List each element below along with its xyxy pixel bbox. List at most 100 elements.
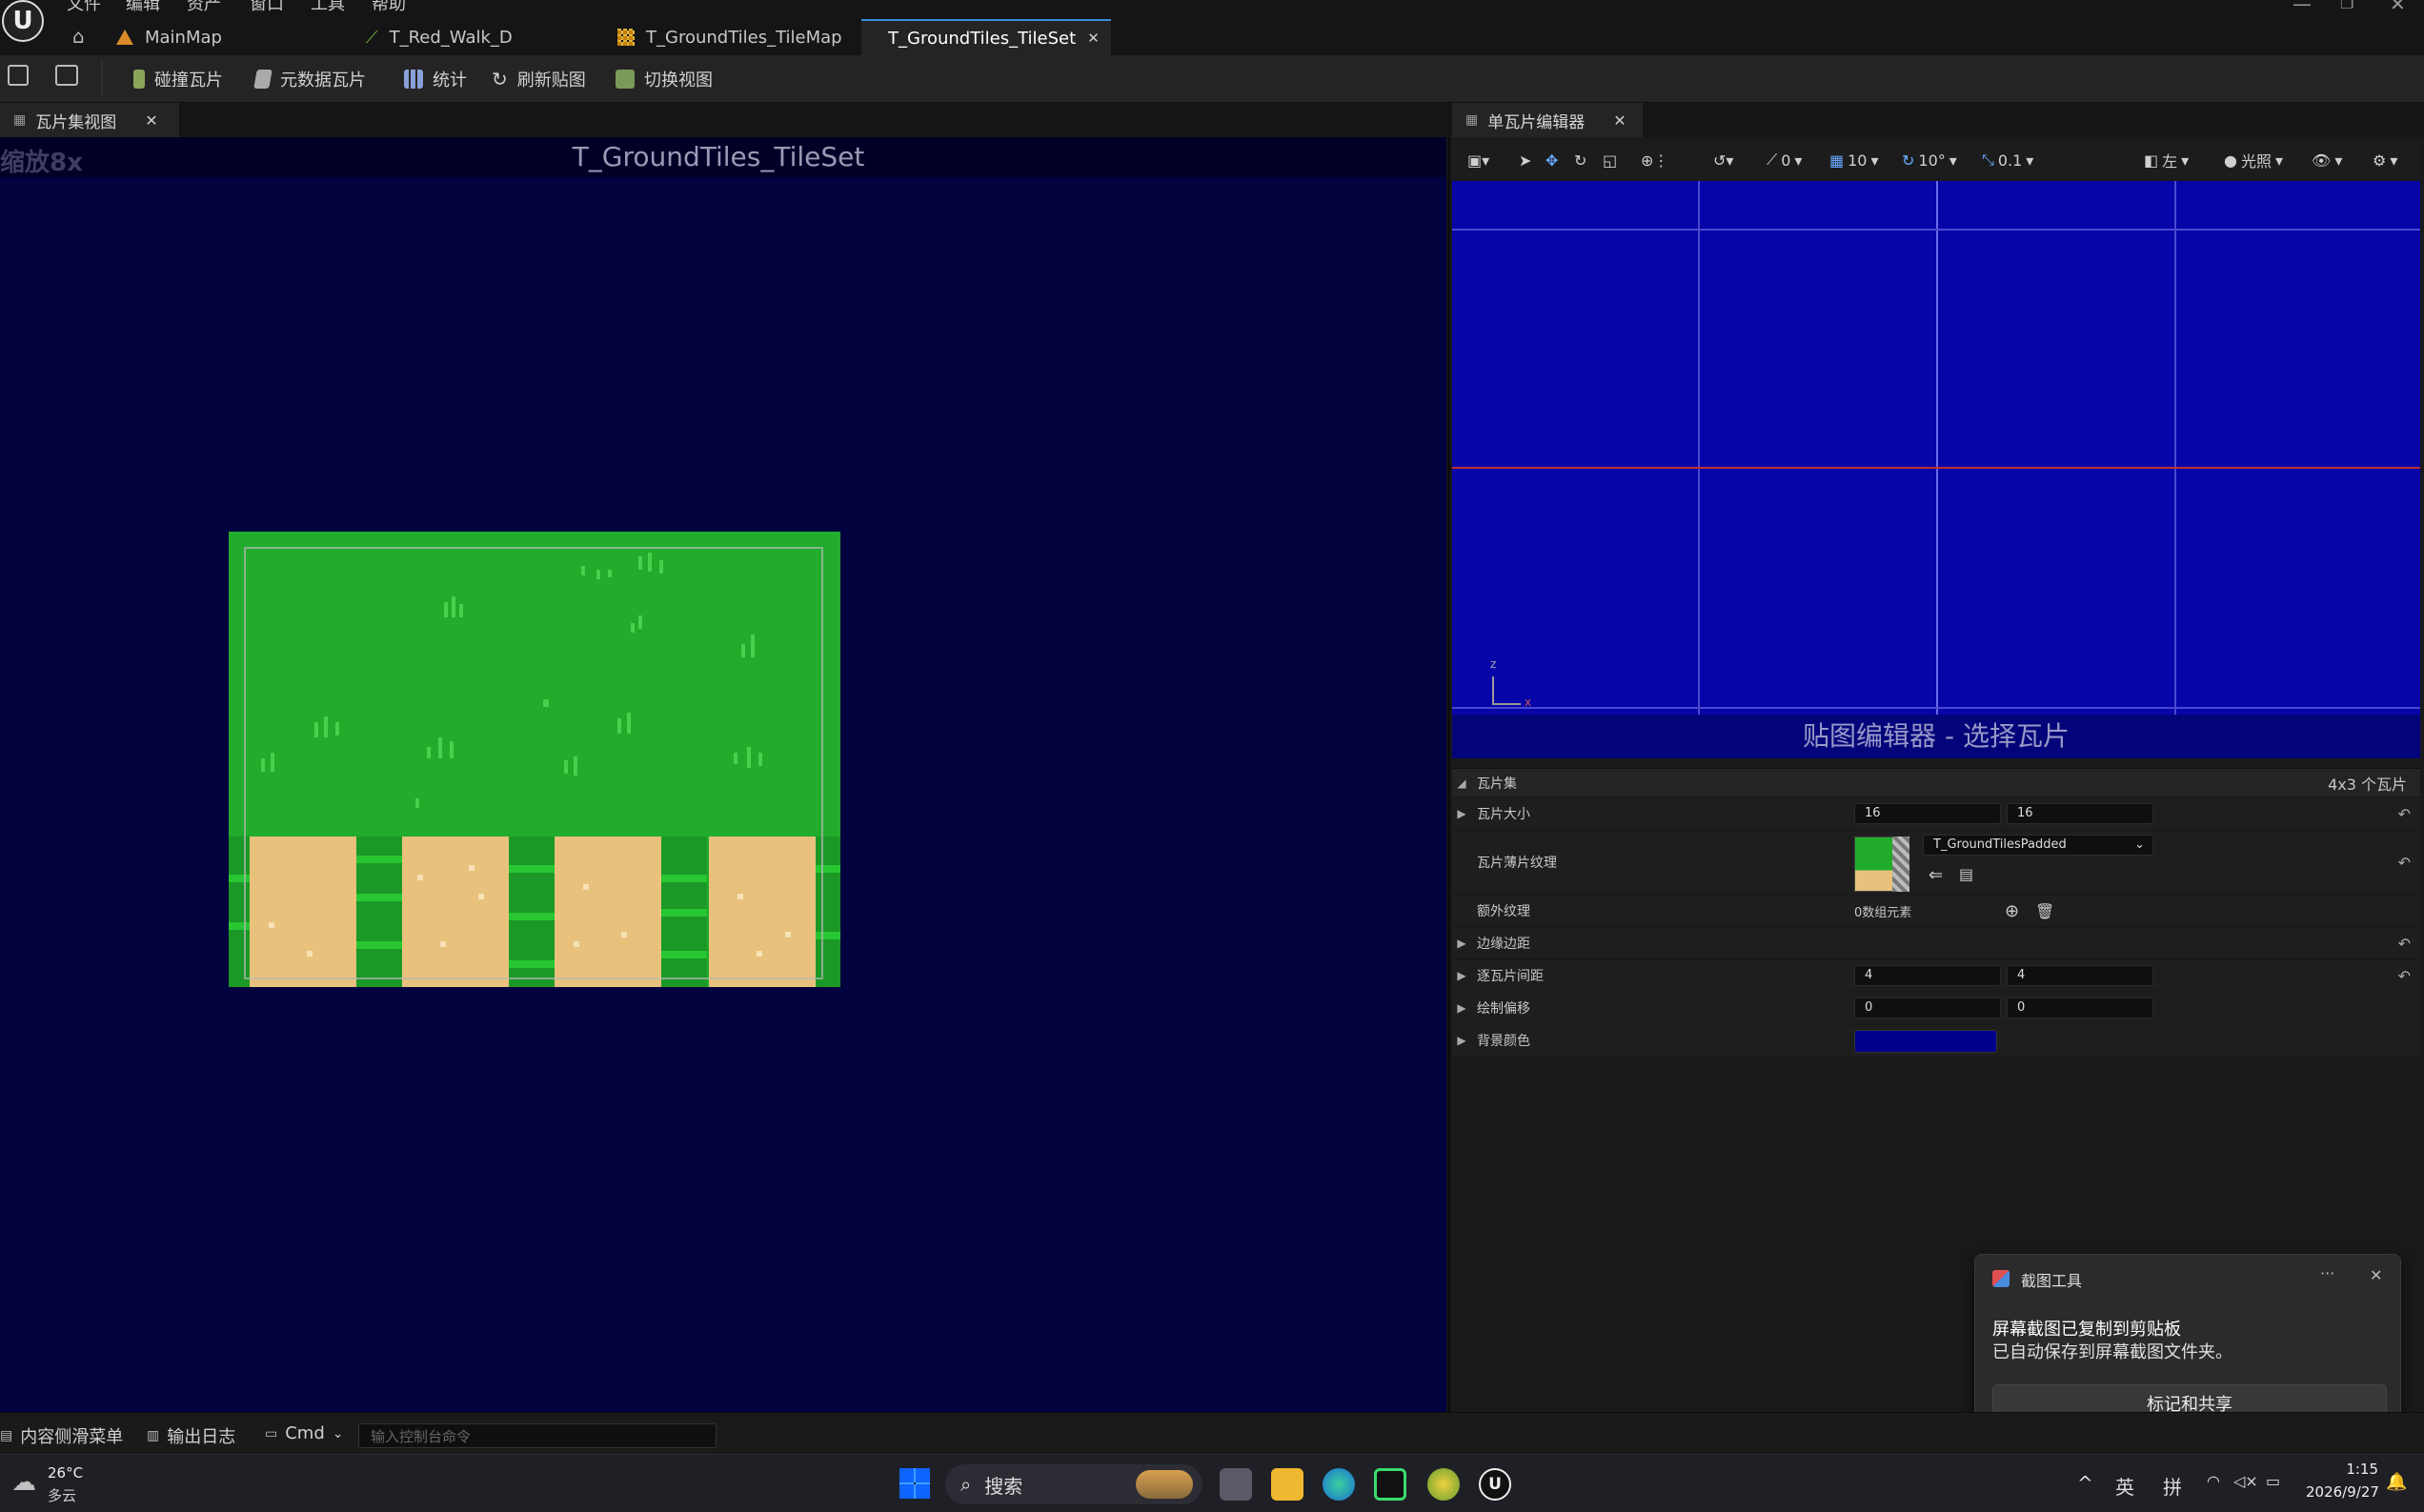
menu-window[interactable]: 窗口 xyxy=(250,0,284,15)
add-element-icon[interactable]: ⊕ xyxy=(2005,901,2019,921)
tileset-texture[interactable] xyxy=(229,532,840,987)
tab-tileset-view[interactable]: ▦ 瓦片集视图 ✕ xyxy=(0,103,179,137)
details-section-tileset[interactable]: ◢ 瓦片集 4x3 个瓦片 xyxy=(1452,768,2420,796)
edge-browser-icon[interactable] xyxy=(1323,1468,1355,1501)
row-tile-size[interactable]: ▶ 瓦片大小 16 16 ↶ xyxy=(1452,798,2420,829)
close-icon[interactable]: ✕ xyxy=(1613,111,1626,130)
stats-button[interactable]: 统计 xyxy=(404,65,467,93)
notification-bell-icon[interactable]: 🔔 xyxy=(2386,1472,2407,1492)
row-per-tile-spacing[interactable]: ▶ 逐瓦片间距 4 4 ↶ xyxy=(1452,960,2420,991)
axis-x-label: x xyxy=(1525,696,1532,709)
tab-single-tile-editor[interactable]: ▦ 单瓦片编辑器 ✕ xyxy=(1452,103,1643,137)
surface-snap-icon[interactable]: ↺▾ xyxy=(1713,148,1733,172)
scale-snap-dropdown[interactable]: ⤡ 0.1 ▾ xyxy=(1982,148,2033,172)
tile-width-field[interactable]: 16 xyxy=(1854,803,2001,824)
menu-help[interactable]: 帮助 xyxy=(372,0,406,15)
use-selected-icon[interactable]: ⇐ xyxy=(1929,865,1943,885)
offset-x-field[interactable]: 0 xyxy=(1854,998,2001,1018)
select-arrow-icon[interactable]: ➤ xyxy=(1519,148,1531,172)
scale-snap-icon: ⤡ xyxy=(1982,151,1994,169)
menu-tools[interactable]: 工具 xyxy=(311,0,345,15)
move-icon[interactable]: ✥ xyxy=(1545,148,1558,172)
collision-icon xyxy=(133,70,145,89)
row-background-color[interactable]: ▶ 背景颜色 xyxy=(1452,1025,2420,1056)
browse-asset-icon[interactable]: ▤ xyxy=(1959,865,1973,883)
row-tile-sheet-texture[interactable]: 瓦片薄片纹理 T_GroundTilesPadded ⌄ ⇐ ▤ ↶ xyxy=(1452,831,2420,894)
collision-tiles-button[interactable]: 碰撞瓦片 xyxy=(133,65,223,93)
view-mode-dropdown[interactable]: ◧ 左 ▾ xyxy=(2144,148,2189,172)
tab-tileset[interactable]: T_GroundTiles_TileSet ✕ xyxy=(861,19,1111,55)
menu-file[interactable]: 文件 xyxy=(67,0,101,15)
clock-date[interactable]: 2026/9/27 xyxy=(2306,1483,2379,1501)
grid-snap-dropdown[interactable]: ▦ 10 ▾ xyxy=(1829,148,1879,172)
console-command-input[interactable]: 输入控制台命令 xyxy=(358,1423,717,1448)
battery-icon[interactable]: ▭ xyxy=(2266,1472,2280,1490)
show-dropdown[interactable]: 👁 ▾ xyxy=(2312,148,2342,172)
output-log-button[interactable]: ▥ 输出日志 xyxy=(147,1423,235,1448)
wifi-icon[interactable]: ◠ xyxy=(2207,1472,2220,1490)
toggle-view-button[interactable]: 切换视图 xyxy=(616,65,713,93)
delete-icon[interactable]: 🗑 xyxy=(2035,902,2054,920)
reset-icon[interactable]: ↶ xyxy=(2398,935,2411,953)
minimize-icon[interactable]: — xyxy=(2293,0,2312,15)
maximize-icon[interactable]: ❐ xyxy=(2340,0,2353,12)
viewport-settings-dropdown[interactable]: ⚙ ▾ xyxy=(2373,148,2397,172)
windows-start-icon[interactable] xyxy=(899,1468,930,1499)
tab-tilemap[interactable]: T_GroundTiles_TileMap xyxy=(602,19,858,55)
world-icon[interactable]: ⊕⋮ xyxy=(1641,148,1668,172)
tab-mainmap[interactable]: MainMap xyxy=(101,19,237,55)
background-color-swatch[interactable] xyxy=(1854,1030,1997,1053)
clock-time[interactable]: 1:15 xyxy=(2321,1461,2378,1478)
rotate-snap-dropdown[interactable]: ⟋ 0 ▾ xyxy=(1767,148,1802,172)
tab-red-walk[interactable]: ⟋ T_Red_Walk_D xyxy=(351,19,528,55)
menu-edit[interactable]: 编辑 xyxy=(126,0,160,15)
terminal-app-icon[interactable] xyxy=(1374,1468,1406,1501)
ime-mode[interactable]: 拼 xyxy=(2163,1472,2182,1500)
close-window-icon[interactable]: ✕ xyxy=(2390,0,2406,15)
ime-language[interactable]: 英 xyxy=(2115,1472,2134,1500)
app-icon[interactable] xyxy=(1427,1468,1460,1501)
save-icon[interactable] xyxy=(8,65,29,86)
more-icon[interactable]: ··· xyxy=(2320,1264,2334,1282)
home-icon[interactable]: ⌂ xyxy=(72,25,85,48)
rotate-icon[interactable]: ↻ xyxy=(1574,148,1586,172)
reset-icon[interactable]: ↶ xyxy=(2398,967,2411,985)
spacing-x-field[interactable]: 4 xyxy=(1854,965,2001,986)
angle-snap-icon: ↻ xyxy=(1902,151,1915,170)
scale-icon[interactable]: ◱ xyxy=(1603,148,1617,172)
close-icon[interactable]: ✕ xyxy=(2370,1266,2382,1284)
file-explorer-icon[interactable] xyxy=(1271,1468,1303,1501)
show-hidden-icons[interactable]: ^ xyxy=(2077,1472,2093,1495)
toolbar-divider xyxy=(101,61,103,95)
tile-editor-viewport[interactable]: z x xyxy=(1452,181,2420,758)
unreal-engine-taskbar-icon[interactable]: U xyxy=(1479,1468,1511,1501)
select-mode-icon[interactable]: ▣▾ xyxy=(1467,148,1489,172)
content-drawer-button[interactable]: ▤ 内容侧滑菜单 xyxy=(0,1423,123,1448)
lighting-dropdown[interactable]: ● 光照 ▾ xyxy=(2224,148,2283,172)
refresh-textures-button[interactable]: ↻ 刷新贴图 xyxy=(492,65,586,93)
close-icon[interactable]: ✕ xyxy=(145,111,157,130)
offset-y-field[interactable]: 0 xyxy=(2007,998,2153,1018)
texture-dropdown[interactable]: T_GroundTilesPadded ⌄ xyxy=(1923,835,2153,856)
menu-assets[interactable]: 资产 xyxy=(187,0,221,15)
expand-arrow-icon: ▶ xyxy=(1457,937,1466,950)
metadata-tiles-button[interactable]: 元数据瓦片 xyxy=(253,65,366,93)
axis-x-line xyxy=(1492,703,1521,705)
angle-snap-dropdown[interactable]: ↻ 10° ▾ xyxy=(1902,148,1957,172)
row-additional-textures[interactable]: 额外纹理 0数组元素 ⊕ 🗑 xyxy=(1452,896,2420,926)
temperature[interactable]: 26°C xyxy=(48,1464,83,1482)
volume-icon[interactable]: ◁× xyxy=(2233,1472,2258,1490)
taskbar-search[interactable]: ⌕ 搜索 xyxy=(945,1464,1202,1504)
reset-icon[interactable]: ↶ xyxy=(2398,805,2411,823)
spacing-y-field[interactable]: 4 xyxy=(2007,965,2153,986)
reset-icon[interactable]: ↶ xyxy=(2398,854,2411,872)
unreal-logo-icon[interactable]: U xyxy=(2,0,44,42)
cmd-dropdown[interactable]: ▭ Cmd ⌄ xyxy=(265,1423,344,1443)
close-icon[interactable]: ✕ xyxy=(1087,30,1100,47)
browse-icon[interactable] xyxy=(55,65,78,86)
tile-height-field[interactable]: 16 xyxy=(2007,803,2153,824)
tileset-title: T_GroundTiles_TileSet xyxy=(572,141,865,172)
task-view-icon[interactable] xyxy=(1220,1468,1252,1501)
row-drawing-offset[interactable]: ▶ 绘制偏移 0 0 xyxy=(1452,993,2420,1023)
row-margin[interactable]: ▶ 边缘边距 ↶ xyxy=(1452,928,2420,958)
